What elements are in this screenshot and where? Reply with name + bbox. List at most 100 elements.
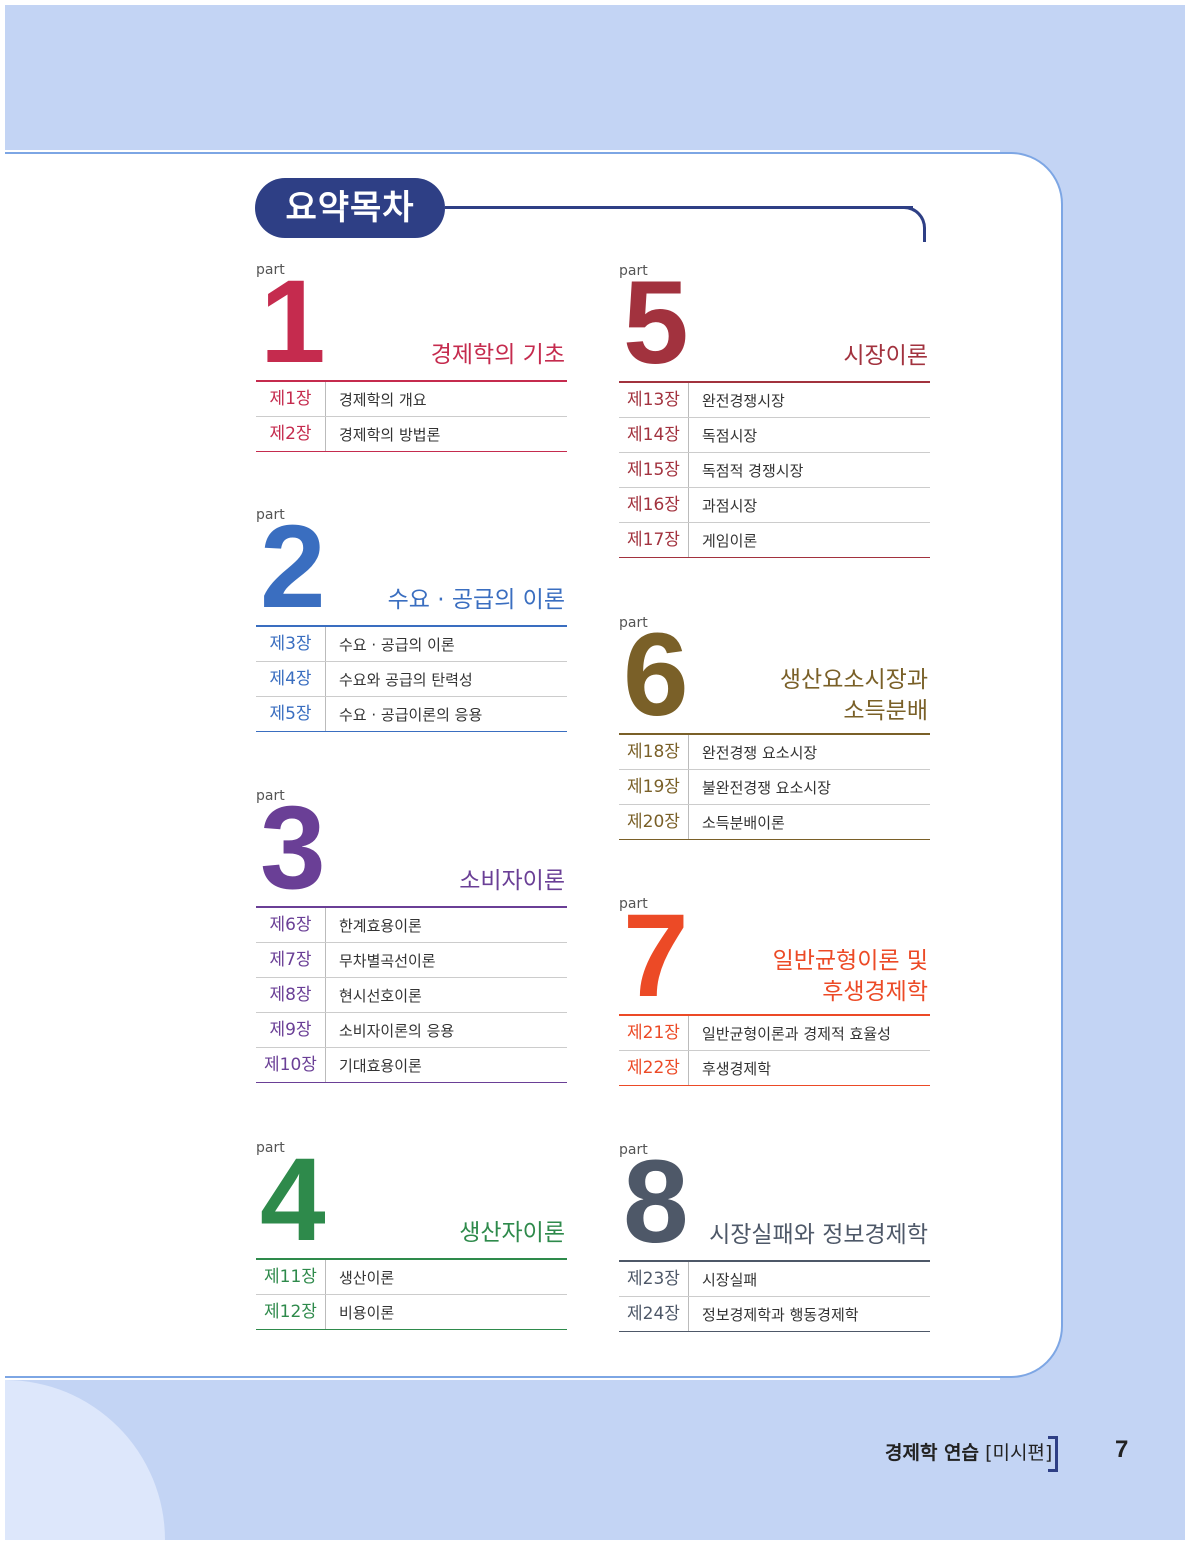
chapter-name: 생산이론 bbox=[339, 1268, 395, 1287]
chapter-name: 경제학의 개요 bbox=[339, 390, 427, 409]
chapter-row: 제16장 과점시장 bbox=[619, 488, 930, 523]
chapter-list: 제18장 완전경쟁 요소시장제19장 불완전경쟁 요소시장제20장 소득분배이론 bbox=[619, 733, 930, 840]
chapter-number: 제21장 bbox=[619, 1016, 689, 1050]
chapter-row: 제21장 일반균형이론과 경제적 효율성 bbox=[619, 1016, 930, 1051]
chapter-row: 제13장 완전경쟁시장 bbox=[619, 383, 930, 418]
chapter-list: 제13장 완전경쟁시장 제14장 독점시장 제15장 독점적 경쟁시장 제16장 과점시장 제1… bbox=[619, 381, 930, 558]
chapter-name: 무차별곡선이론 bbox=[339, 951, 436, 970]
chapter-name: 완전경쟁 요소시장 bbox=[702, 743, 818, 762]
chapter-number: 제19장 bbox=[619, 770, 689, 804]
chapter-number: 제20장 bbox=[619, 805, 689, 839]
chapter-row: 제7장 무차별곡선이론 bbox=[256, 943, 567, 978]
chapter-row: 제18장 완전경쟁 요소시장 bbox=[619, 735, 930, 770]
chapter-number: 제14장 bbox=[619, 418, 689, 452]
chapter-name: 완전경쟁시장 bbox=[702, 391, 785, 410]
chapter-name: 과점시장 bbox=[702, 496, 758, 515]
chapter-list: 제3장 수요 · 공급의 이론제4장 수요와 공급의 탄력성제5장 수요 · 공급이론… bbox=[256, 625, 567, 732]
chapter-row: 제8장 현시선호이론 bbox=[256, 978, 567, 1013]
chapter-row: 제4장 수요와 공급의 탄력성 bbox=[256, 662, 567, 697]
chapter-row: 제14장 독점시장 bbox=[619, 418, 930, 453]
chapter-number: 제1장 bbox=[256, 382, 326, 416]
chapter-number: 제8장 bbox=[256, 978, 326, 1012]
chapter-number: 제17장 bbox=[619, 523, 689, 557]
chapter-list: 제11장 생산이론제12장 비용이론 bbox=[256, 1258, 567, 1330]
chapter-list: 제1장 경제학의 개요제2장 경제학의 방법론 bbox=[256, 380, 567, 452]
chapter-row: 제20장 소득분배이론 bbox=[619, 805, 930, 840]
chapter-number: 제12장 bbox=[256, 1295, 326, 1329]
chapter-row: 제6장 한계효용이론 bbox=[256, 908, 567, 943]
chapter-name: 현시선호이론 bbox=[339, 986, 422, 1005]
part-number: 5 bbox=[623, 257, 689, 389]
part-title: 생산자이론 bbox=[459, 1220, 565, 1246]
chapter-row: 제3장 수요 · 공급의 이론 bbox=[256, 627, 567, 662]
chapter-number: 제23장 bbox=[619, 1262, 689, 1296]
chapter-row: 제12장 비용이론 bbox=[256, 1295, 567, 1330]
chapter-name: 독점시장 bbox=[702, 426, 758, 445]
chapter-number: 제15장 bbox=[619, 453, 689, 487]
chapter-row: 제9장 소비자이론의 응용 bbox=[256, 1013, 567, 1048]
chapter-number: 제9장 bbox=[256, 1013, 326, 1047]
part-title: 시장실패와 정보경제학 bbox=[709, 1222, 928, 1248]
footer-book-title: 경제학 연습 [미시편] bbox=[885, 1438, 1052, 1465]
chapter-number: 제4장 bbox=[256, 662, 326, 696]
part-title: 소비자이론 bbox=[459, 868, 565, 894]
part-number: 1 bbox=[260, 256, 326, 388]
chapter-name: 한계효용이론 bbox=[339, 916, 422, 935]
chapter-number: 제10장 bbox=[256, 1048, 326, 1082]
chapter-name: 일반균형이론과 경제적 효율성 bbox=[702, 1024, 891, 1043]
chapter-name: 비용이론 bbox=[339, 1303, 395, 1322]
chapter-number: 제5장 bbox=[256, 697, 326, 731]
chapter-name: 시장실패 bbox=[702, 1270, 758, 1289]
footer-edition: [미시편] bbox=[985, 1442, 1053, 1464]
chapter-number: 제18장 bbox=[619, 735, 689, 769]
part-number: 4 bbox=[260, 1134, 326, 1266]
footer-book: 경제학 연습 bbox=[885, 1442, 980, 1464]
chapter-row: 제11장 생산이론 bbox=[256, 1260, 567, 1295]
chapter-name: 게임이론 bbox=[702, 531, 758, 550]
chapter-number: 제3장 bbox=[256, 627, 326, 661]
chapter-name: 기대효용이론 bbox=[339, 1056, 422, 1075]
chapter-list: 제21장 일반균형이론과 경제적 효율성제22장 후생경제학 bbox=[619, 1014, 930, 1086]
part-number: 8 bbox=[623, 1136, 689, 1268]
top-background bbox=[5, 5, 1185, 150]
chapter-name: 독점적 경쟁시장 bbox=[702, 461, 804, 480]
chapter-number: 제2장 bbox=[256, 417, 326, 451]
chapter-number: 제11장 bbox=[256, 1260, 326, 1294]
chapter-number: 제7장 bbox=[256, 943, 326, 977]
part-title: 시장이론 bbox=[843, 343, 928, 369]
chapter-row: 제1장 경제학의 개요 bbox=[256, 382, 567, 417]
chapter-row: 제10장 기대효용이론 bbox=[256, 1048, 567, 1083]
chapter-name: 수요 · 공급이론의 응용 bbox=[339, 705, 483, 724]
part-title: 일반균형이론 및 후생경제학 bbox=[772, 948, 928, 1005]
chapter-number: 제16장 bbox=[619, 488, 689, 522]
chapter-name: 정보경제학과 행동경제학 bbox=[702, 1305, 859, 1324]
chapter-row: 제5장 수요 · 공급이론의 응용 bbox=[256, 697, 567, 732]
chapter-name: 수요와 공급의 탄력성 bbox=[339, 670, 473, 689]
toc-title: 요약목차 bbox=[255, 178, 445, 238]
chapter-number: 제13장 bbox=[619, 383, 689, 417]
chapter-number: 제22장 bbox=[619, 1051, 689, 1085]
chapter-row: 제15장 독점적 경쟁시장 bbox=[619, 453, 930, 488]
chapter-name: 불완전경쟁 요소시장 bbox=[702, 778, 831, 797]
chapter-list: 제6장 한계효용이론제7장 무차별곡선이론제8장 현시선호이론제9장 소비자이론의 응용… bbox=[256, 906, 567, 1083]
page-number: 7 bbox=[1115, 1436, 1129, 1463]
part-number: 2 bbox=[260, 501, 326, 633]
chapter-list: 제23장 시장실패제24장 정보경제학과 행동경제학 bbox=[619, 1260, 930, 1332]
chapter-row: 제24장 정보경제학과 행동경제학 bbox=[619, 1297, 930, 1332]
chapter-name: 수요 · 공급의 이론 bbox=[339, 635, 455, 654]
chapter-name: 소득분배이론 bbox=[702, 813, 785, 832]
chapter-row: 제23장 시장실패 bbox=[619, 1262, 930, 1297]
chapter-row: 제17장 게임이론 bbox=[619, 523, 930, 558]
chapter-name: 소비자이론의 응용 bbox=[339, 1021, 455, 1040]
toc-title-rule bbox=[445, 206, 913, 209]
chapter-row: 제2장 경제학의 방법론 bbox=[256, 417, 567, 452]
chapter-row: 제22장 후생경제학 bbox=[619, 1051, 930, 1086]
part-number: 6 bbox=[623, 609, 689, 741]
chapter-number: 제6장 bbox=[256, 908, 326, 942]
part-title: 생산요소시장과 소득분배 bbox=[779, 667, 928, 724]
footer-bracket bbox=[1048, 1436, 1058, 1472]
chapter-name: 경제학의 방법론 bbox=[339, 425, 441, 444]
part-title: 수요 · 공급의 이론 bbox=[387, 587, 565, 613]
part-number: 3 bbox=[260, 782, 326, 914]
chapter-number: 제24장 bbox=[619, 1297, 689, 1331]
